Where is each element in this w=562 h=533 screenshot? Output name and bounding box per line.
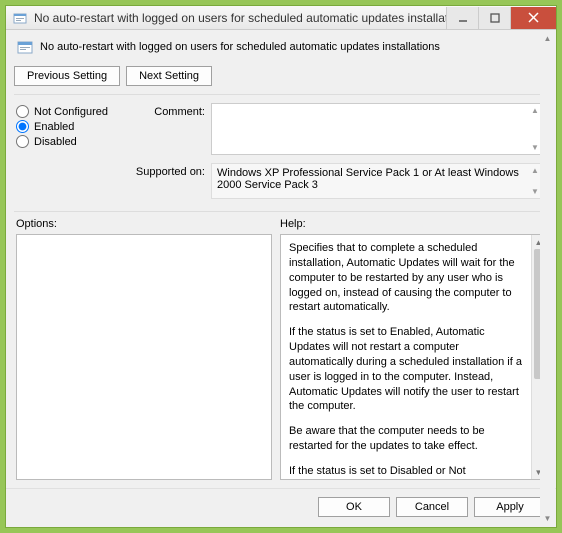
dialog-window: No auto-restart with logged on users for… xyxy=(5,5,557,528)
options-box[interactable] xyxy=(16,234,272,480)
chevron-up-icon[interactable]: ▲ xyxy=(540,31,555,46)
previous-setting-button[interactable]: Previous Setting xyxy=(14,66,120,86)
help-paragraph: Be aware that the computer needs to be r… xyxy=(289,424,523,454)
help-label: Help: xyxy=(280,218,546,230)
help-text[interactable]: Specifies that to complete a scheduled i… xyxy=(281,235,531,479)
help-box: Specifies that to complete a scheduled i… xyxy=(280,234,546,480)
minimize-button[interactable] xyxy=(446,7,478,29)
help-paragraph: If the status is set to Disabled or Not … xyxy=(289,464,523,479)
radio-enabled-input[interactable] xyxy=(16,120,29,133)
comment-input[interactable]: ▲▼ xyxy=(211,103,546,155)
policy-subtitle: No auto-restart with logged on users for… xyxy=(40,41,440,53)
comment-label: Comment: xyxy=(126,103,211,155)
chevron-down-icon[interactable]: ▼ xyxy=(540,511,555,526)
help-paragraph: If the status is set to Enabled, Automat… xyxy=(289,325,523,414)
config-area: Not Configured Enabled Disabled Comment:… xyxy=(6,95,556,211)
close-button[interactable] xyxy=(510,7,556,29)
help-pane: Help: Specifies that to complete a sched… xyxy=(280,218,546,480)
next-setting-button[interactable]: Next Setting xyxy=(126,66,212,86)
dialog-footer: OK Cancel Apply xyxy=(6,488,556,527)
policy-subtitle-row: No auto-restart with logged on users for… xyxy=(6,30,556,62)
radio-disabled-input[interactable] xyxy=(16,135,29,148)
panes-row: Options: Help: Specifies that to complet… xyxy=(6,212,556,488)
policy-icon xyxy=(16,38,34,56)
ok-button[interactable]: OK xyxy=(318,497,390,517)
window-scrollbar[interactable]: ▲ ▼ xyxy=(540,31,555,526)
radio-label: Enabled xyxy=(34,121,74,133)
radio-label: Disabled xyxy=(34,136,77,148)
radio-not-configured-input[interactable] xyxy=(16,105,29,118)
apply-button[interactable]: Apply xyxy=(474,497,546,517)
window-title: No auto-restart with logged on users for… xyxy=(34,11,446,25)
supported-on-label: Supported on: xyxy=(126,163,211,199)
radio-label: Not Configured xyxy=(34,106,108,118)
supported-on-value: Windows XP Professional Service Pack 1 o… xyxy=(217,167,519,191)
policy-icon xyxy=(12,10,28,26)
titlebar[interactable]: No auto-restart with logged on users for… xyxy=(6,6,556,30)
supported-on-box: Windows XP Professional Service Pack 1 o… xyxy=(211,163,546,199)
options-label: Options: xyxy=(16,218,272,230)
cancel-button[interactable]: Cancel xyxy=(396,497,468,517)
maximize-button[interactable] xyxy=(478,7,510,29)
options-pane: Options: xyxy=(16,218,272,480)
radio-enabled[interactable]: Enabled xyxy=(16,120,126,133)
state-radio-group: Not Configured Enabled Disabled xyxy=(16,103,126,207)
scroll-track[interactable] xyxy=(540,46,555,511)
fields-column: Comment: ▲▼ Supported on: Windows XP Pro… xyxy=(126,103,546,207)
help-paragraph: Specifies that to complete a scheduled i… xyxy=(289,241,523,315)
radio-not-configured[interactable]: Not Configured xyxy=(16,105,126,118)
radio-disabled[interactable]: Disabled xyxy=(16,135,126,148)
nav-button-row: Previous Setting Next Setting xyxy=(6,62,556,94)
